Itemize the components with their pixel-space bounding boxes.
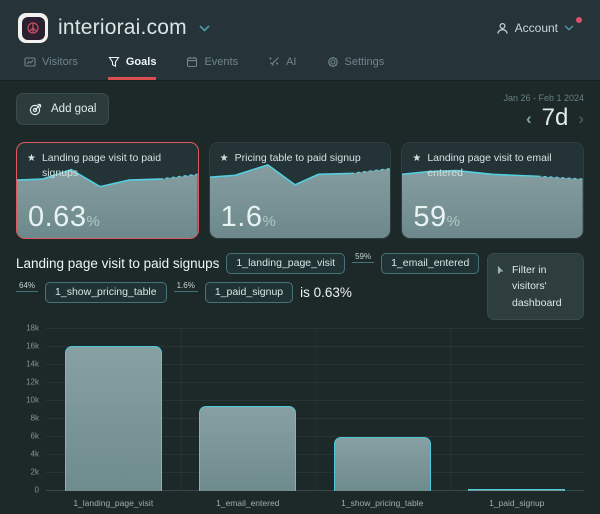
main-content: Add goal Jan 26 - Feb 1 2024 ‹ 7d › ★ Lan… — [0, 81, 600, 514]
step-conversion-rate: 1.6% — [173, 281, 198, 292]
bar-1_email_entered[interactable] — [199, 406, 297, 491]
y-tick-label: 0 — [34, 485, 39, 495]
tab-label: AI — [286, 56, 297, 68]
app-header: interiorai.com Account Visitors Goals Even… — [0, 0, 600, 81]
y-tick-label: 8k — [30, 413, 39, 423]
target-icon — [29, 102, 43, 116]
y-tick-label: 14k — [26, 359, 39, 369]
y-tick-label: 18k — [26, 323, 39, 333]
goal-card-title: ★ Pricing table to paid signup — [220, 151, 383, 167]
date-range-label: Jan 26 - Feb 1 2024 — [503, 93, 584, 103]
toolbar: Add goal Jan 26 - Feb 1 2024 ‹ 7d › — [16, 93, 584, 132]
tab-bar: Visitors Goals Events AI Settings — [18, 56, 582, 80]
site-name: interiorai.com — [58, 16, 187, 39]
y-tick-label: 6k — [30, 431, 39, 441]
bar-cell — [315, 436, 450, 491]
add-goal-label: Add goal — [51, 103, 97, 115]
person-icon — [496, 22, 509, 35]
bar-cell — [46, 345, 181, 491]
x-tick-label: 1_show_pricing_table — [341, 497, 424, 508]
goal-card-title: ★ Landing page visit to paid signups — [27, 152, 162, 180]
bar-1_show_pricing_table[interactable] — [333, 436, 431, 491]
funnel-bar-chart: 18k 16k 14k 12k 10k 8k 6k 4k 2k 0 — [16, 323, 584, 495]
add-goal-button[interactable]: Add goal — [16, 93, 110, 125]
goal-card-value: 0.63% — [28, 201, 101, 233]
bar-cell — [181, 406, 316, 491]
gear-icon — [327, 56, 339, 68]
goal-card-title: ★ Landing page visit to email entered — [412, 152, 552, 180]
tab-ai[interactable]: AI — [268, 56, 297, 80]
goal-card[interactable]: ★ Landing page visit to email entered 59% — [401, 142, 585, 239]
y-tick-label: 16k — [26, 341, 39, 351]
goal-card[interactable]: ★ Landing page visit to paid signups 0.63… — [16, 142, 199, 239]
notification-dot — [576, 17, 582, 23]
tab-events[interactable]: Events — [186, 56, 238, 80]
funnel-summary-text: is 0.63% — [300, 285, 352, 300]
bar-cell — [450, 488, 585, 491]
funnel-step-pill[interactable]: 1_paid_signup — [204, 282, 294, 303]
funnel-summary-row: Landing page visit to paid signups 1_land… — [16, 252, 584, 320]
funnel-step-pill[interactable]: 1_show_pricing_table — [45, 282, 167, 303]
bar-1_landing_page_visit[interactable] — [64, 345, 162, 491]
step-conversion-rate: 64% — [16, 281, 39, 292]
tab-label: Goals — [125, 56, 157, 68]
bar-1_paid_signup[interactable] — [468, 488, 566, 491]
site-logo-icon — [18, 13, 48, 43]
visitors-chart-icon — [24, 56, 36, 68]
period-label[interactable]: 7d — [542, 104, 569, 132]
prev-period-button[interactable]: ‹ — [526, 110, 532, 127]
funnel-step-pill[interactable]: 1_email_entered — [381, 253, 480, 274]
tab-settings[interactable]: Settings — [327, 56, 385, 80]
x-tick-label: 1_email_entered — [216, 497, 280, 508]
filter-in-dashboard-button[interactable]: Filter in visitors' dashboard — [487, 253, 584, 320]
y-tick-label: 4k — [30, 449, 39, 459]
filter-button-label: Filter in visitors' dashboard — [512, 264, 562, 309]
magic-wand-icon — [268, 56, 280, 68]
goal-card-value: 1.6% — [220, 201, 277, 233]
y-tick-label: 2k — [30, 467, 39, 477]
tab-visitors[interactable]: Visitors — [24, 56, 78, 80]
chevron-down-icon — [564, 25, 574, 31]
chart-y-axis: 18k 16k 14k 12k 10k 8k 6k 4k 2k 0 — [16, 323, 46, 495]
tab-label: Events — [204, 56, 239, 68]
tab-label: Settings — [344, 56, 385, 68]
star-icon: ★ — [219, 153, 229, 164]
account-label: Account — [514, 21, 558, 35]
cursor-icon — [497, 265, 506, 274]
goal-card-value: 59% — [413, 201, 461, 233]
chart-plot-area — [46, 327, 584, 491]
star-icon: ★ — [27, 153, 36, 164]
goal-card[interactable]: ★ Pricing table to paid signup 1.6% — [208, 142, 392, 239]
y-tick-label: 10k — [26, 395, 39, 405]
tab-goals[interactable]: Goals — [107, 56, 157, 80]
step-conversion-rate: 59% — [352, 252, 375, 263]
y-tick-label: 12k — [26, 377, 39, 387]
x-tick-label: 1_landing_page_visit — [73, 497, 154, 508]
x-tick-label: 1_paid_signup — [489, 497, 545, 508]
next-period-button[interactable]: › — [578, 110, 584, 127]
account-menu[interactable]: Account — [496, 17, 582, 35]
chevron-down-icon — [199, 24, 210, 32]
site-selector[interactable]: interiorai.com — [18, 13, 210, 43]
funnel-icon — [108, 56, 120, 68]
star-icon: ★ — [412, 153, 422, 164]
funnel-summary-text: Landing page visit to paid signups — [16, 256, 220, 271]
tab-label: Visitors — [42, 56, 78, 68]
bars-row — [46, 328, 584, 491]
funnel-step-pill[interactable]: 1_landing_page_visit — [226, 253, 346, 274]
chart-x-axis: 1_landing_page_visit 1_email_entered 1_sho… — [46, 498, 584, 508]
goal-cards: ★ Landing page visit to paid signups 0.63… — [16, 142, 585, 239]
funnel-summary: Landing page visit to paid signups 1_land… — [16, 252, 480, 303]
events-icon — [186, 56, 198, 68]
